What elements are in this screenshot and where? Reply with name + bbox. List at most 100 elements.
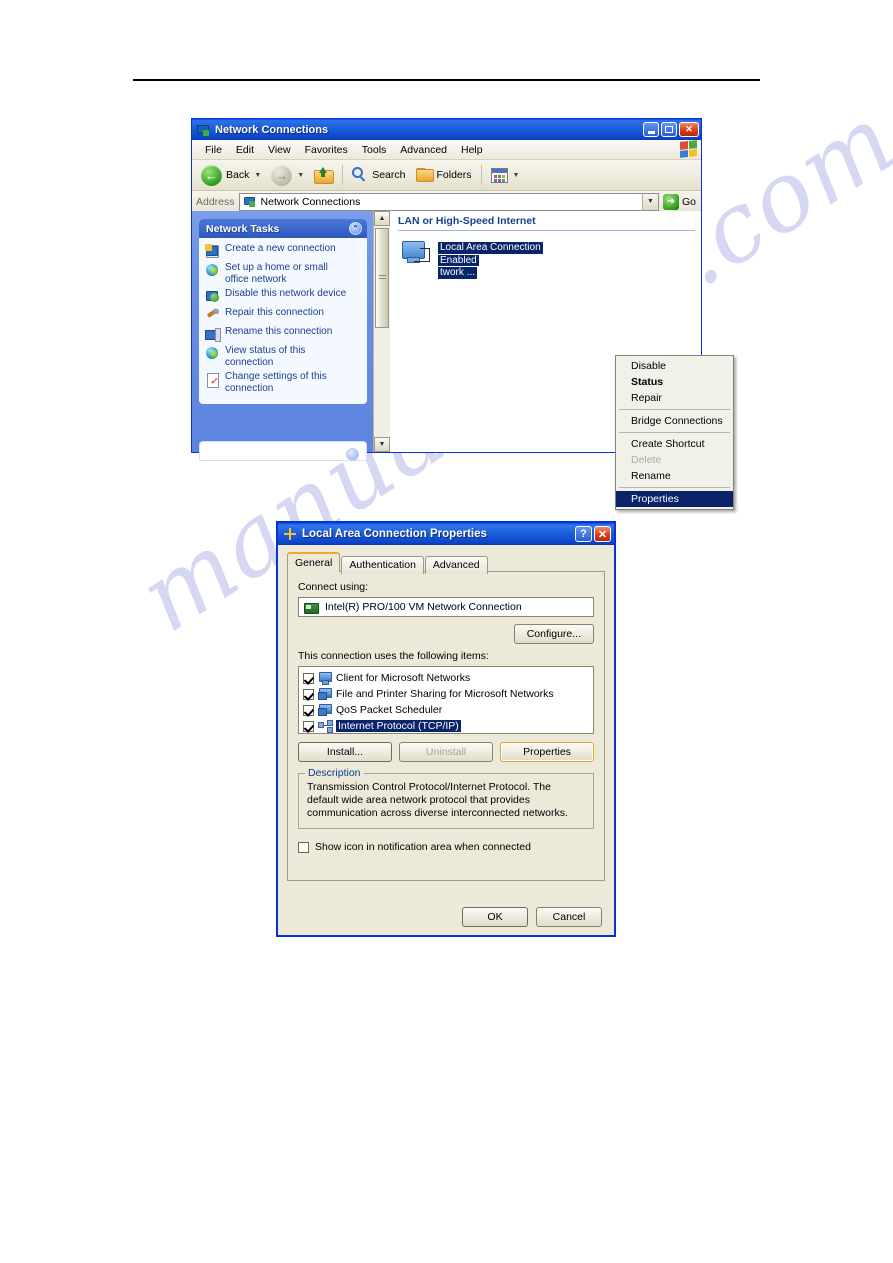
network-tasks-title: Network Tasks bbox=[206, 222, 280, 235]
menu-favorites[interactable]: Favorites bbox=[298, 143, 355, 157]
up-folder-icon bbox=[314, 166, 335, 184]
up-button[interactable] bbox=[310, 165, 337, 186]
menu-file[interactable]: File bbox=[198, 143, 229, 157]
connection-labels: Local Area Connection Enabled twork ... bbox=[438, 239, 543, 279]
go-label: Go bbox=[681, 195, 696, 208]
menu-view[interactable]: View bbox=[261, 143, 298, 157]
connection-device: twork ... bbox=[438, 267, 478, 279]
sidebar-item-repair-connection[interactable]: Repair this connection bbox=[205, 307, 363, 323]
folders-button[interactable]: Folders bbox=[412, 166, 476, 184]
checkbox-internet-protocol-tcpip[interactable] bbox=[303, 720, 314, 732]
checkbox-client-for-microsoft-networks[interactable] bbox=[303, 672, 314, 684]
tabstrip: General Authentication Advanced bbox=[287, 552, 605, 574]
chevron-icon[interactable] bbox=[346, 448, 359, 461]
dialog-titlebar: Local Area Connection Properties ? ✕ bbox=[278, 523, 614, 545]
chevron-up-icon[interactable]: ⌃ bbox=[349, 222, 362, 235]
tab-advanced[interactable]: Advanced bbox=[424, 556, 488, 574]
list-item[interactable]: QoS Packet Scheduler bbox=[303, 702, 590, 718]
go-button[interactable]: ➜ Go bbox=[662, 193, 701, 210]
context-menu-item-disable[interactable]: Disable bbox=[616, 358, 733, 374]
back-dropdown-icon[interactable]: ▼ bbox=[254, 172, 261, 179]
context-menu-item-bridge-connections[interactable]: Bridge Connections bbox=[616, 413, 733, 429]
explorer-scrollbar[interactable]: ▲ ▼ bbox=[373, 211, 390, 452]
search-icon bbox=[352, 167, 368, 183]
sidebar-item-create-new-connection[interactable]: Create a new connection bbox=[205, 243, 363, 259]
sidebar-item-label: View status of this connection bbox=[225, 345, 306, 368]
forward-button[interactable]: → ▼ bbox=[267, 163, 308, 188]
settings-icon: ✓ bbox=[205, 372, 220, 388]
scroll-down-button[interactable]: ▼ bbox=[374, 437, 390, 452]
network-connections-icon bbox=[196, 123, 210, 137]
maximize-button[interactable] bbox=[661, 122, 677, 137]
menu-edit[interactable]: Edit bbox=[229, 143, 261, 157]
scrollbar-thumb[interactable] bbox=[375, 228, 389, 328]
context-menu-item-create-shortcut[interactable]: Create Shortcut bbox=[616, 436, 733, 452]
network-tasks-list: Create a new connection Set up a home or… bbox=[199, 238, 367, 404]
views-dropdown-icon[interactable]: ▼ bbox=[513, 172, 520, 179]
cancel-button[interactable]: Cancel bbox=[536, 907, 602, 927]
help-button[interactable]: ? bbox=[575, 526, 592, 542]
network-tasks-header[interactable]: Network Tasks ⌃ bbox=[199, 219, 367, 238]
checkbox-file-and-printer-sharing[interactable] bbox=[303, 688, 314, 700]
address-dropdown-icon[interactable]: ▼ bbox=[641, 193, 658, 210]
install-button[interactable]: Install... bbox=[298, 742, 392, 762]
checkbox-qos-packet-scheduler[interactable] bbox=[303, 704, 314, 716]
search-button[interactable]: Search bbox=[348, 165, 409, 185]
context-menu-item-delete: Delete bbox=[631, 454, 662, 466]
address-input[interactable]: Network Connections ▼ bbox=[238, 192, 659, 211]
sidebar-item-rename-connection[interactable]: Rename this connection bbox=[205, 326, 363, 342]
show-icon-row[interactable]: Show icon in notification area when conn… bbox=[298, 841, 594, 853]
properties-button[interactable]: Properties bbox=[500, 742, 594, 762]
menu-advanced[interactable]: Advanced bbox=[393, 143, 454, 157]
sidebar-item-disable-device[interactable]: Disable this network device bbox=[205, 288, 363, 304]
connection-item[interactable]: Local Area Connection Enabled twork ... bbox=[400, 239, 543, 279]
back-button[interactable]: ← Back ▼ bbox=[197, 163, 265, 188]
sidebar-item-setup-home-network[interactable]: Set up a home or small office network bbox=[205, 262, 363, 285]
component-action-buttons: Install... Uninstall Properties bbox=[298, 742, 594, 762]
list-item[interactable]: Client for Microsoft Networks bbox=[303, 670, 590, 686]
folder-icon bbox=[415, 168, 434, 182]
window-titlebar: Network Connections ✕ bbox=[192, 119, 701, 140]
scroll-up-button[interactable]: ▲ bbox=[374, 211, 390, 226]
context-menu-item-properties[interactable]: Properties bbox=[616, 491, 733, 507]
menu-help[interactable]: Help bbox=[454, 143, 490, 157]
dialog-buttons: ? ✕ bbox=[575, 526, 611, 542]
show-icon-label: Show icon in notification area when conn… bbox=[315, 841, 531, 853]
context-menu-item-repair[interactable]: Repair bbox=[616, 390, 733, 406]
views-button[interactable]: ▼ bbox=[487, 166, 524, 185]
context-menu-item-status[interactable]: Status bbox=[616, 374, 733, 390]
forward-dropdown-icon[interactable]: ▼ bbox=[297, 172, 304, 179]
window-buttons: ✕ bbox=[643, 122, 699, 137]
toolbar: ← Back ▼ → ▼ Search Folders ▼ bbox=[192, 160, 701, 191]
explorer-body: Network Tasks ⌃ Create a new connection … bbox=[192, 211, 734, 510]
sidebar-item-label: Disable this network device bbox=[225, 288, 347, 299]
tab-authentication[interactable]: Authentication bbox=[341, 556, 424, 574]
configure-row: Configure... bbox=[298, 624, 594, 644]
folders-label: Folders bbox=[436, 169, 472, 181]
context-menu-item-rename[interactable]: Rename bbox=[616, 468, 733, 484]
sidebar-item-label: Rename this connection bbox=[225, 326, 333, 337]
ok-button[interactable]: OK bbox=[462, 907, 528, 927]
description-groupbox: Description Transmission Control Protoco… bbox=[298, 767, 594, 829]
configure-button[interactable]: Configure... bbox=[513, 624, 594, 644]
adapter-name: Intel(R) PRO/100 VM Network Connection bbox=[325, 601, 522, 613]
minimize-button[interactable] bbox=[643, 122, 659, 137]
search-label: Search bbox=[372, 169, 406, 181]
checkbox-show-icon-notification-area[interactable] bbox=[298, 841, 309, 853]
dialog-close-button[interactable]: ✕ bbox=[594, 526, 611, 542]
list-item[interactable]: File and Printer Sharing for Microsoft N… bbox=[303, 686, 590, 702]
uninstall-button: Uninstall bbox=[399, 742, 493, 762]
address-network-icon bbox=[243, 195, 256, 208]
sidebar-item-view-status[interactable]: View status of this connection bbox=[205, 345, 363, 368]
tab-panel-general: Connect using: Intel(R) PRO/100 VM Netwo… bbox=[287, 571, 605, 881]
tab-general[interactable]: General bbox=[287, 552, 341, 572]
list-item[interactable]: Internet Protocol (TCP/IP) bbox=[303, 718, 590, 734]
secondary-tasks-panel[interactable] bbox=[199, 441, 367, 461]
components-list[interactable]: Client for Microsoft Networks File and P… bbox=[298, 666, 594, 734]
page-header-rule bbox=[133, 79, 760, 81]
context-menu-separator-2 bbox=[619, 432, 730, 433]
sidebar-item-change-settings[interactable]: ✓ Change settings of this connection bbox=[205, 371, 363, 394]
menu-tools[interactable]: Tools bbox=[355, 143, 394, 157]
adapter-field: Intel(R) PRO/100 VM Network Connection bbox=[298, 597, 594, 617]
close-button[interactable]: ✕ bbox=[679, 122, 699, 137]
